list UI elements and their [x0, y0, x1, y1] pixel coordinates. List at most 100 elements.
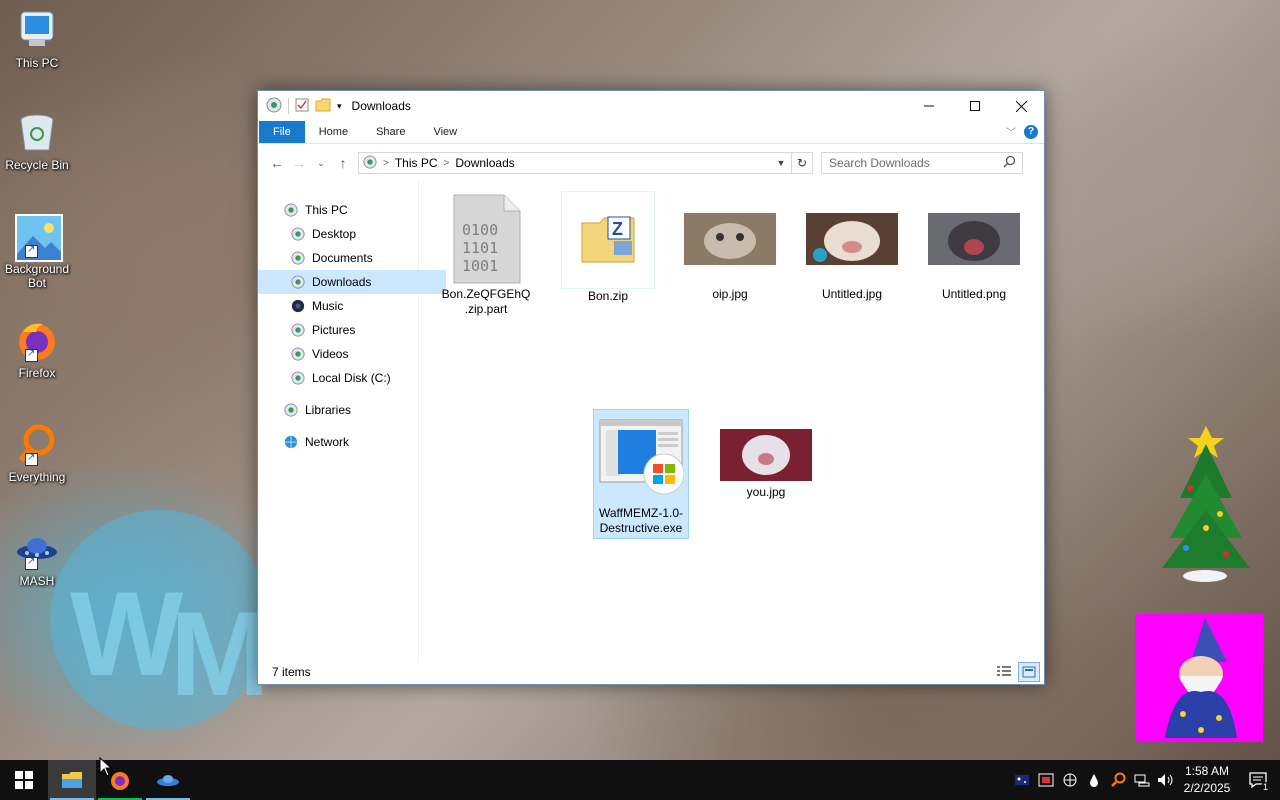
- nav-item-network[interactable]: Network: [258, 430, 418, 454]
- shortcut-arrow-icon: [25, 347, 38, 362]
- file-name: oip.jpg: [712, 287, 748, 301]
- svg-text:Z: Z: [612, 219, 623, 239]
- file-explorer-window: ▾ Downloads File Home Share View ﹀ ? ← →…: [257, 90, 1045, 685]
- desktop-icon-background-bot[interactable]: Background Bot: [2, 214, 72, 290]
- file-item[interactable]: you.jpg: [719, 425, 813, 500]
- desktop-icon-mash[interactable]: MASH: [2, 526, 72, 588]
- breadcrumb-downloads[interactable]: Downloads: [455, 156, 514, 170]
- maximize-button[interactable]: [952, 91, 998, 121]
- nav-item-music[interactable]: Music: [258, 294, 418, 318]
- taskbar-mash[interactable]: [144, 760, 192, 800]
- ribbon-tabs: File Home Share View ﹀ ?: [258, 121, 1044, 144]
- desktop-icon-label: Firefox: [18, 366, 56, 380]
- everything-tray-icon[interactable]: [1106, 760, 1130, 800]
- clock[interactable]: 1:58 AM 2/2/2025: [1178, 763, 1236, 797]
- clock-time: 1:58 AM: [1184, 764, 1230, 778]
- breadcrumb-chevron-icon[interactable]: >: [444, 158, 450, 169]
- start-button[interactable]: [0, 760, 48, 800]
- volume-icon[interactable]: [1154, 760, 1178, 800]
- breadcrumb-chevron-icon[interactable]: >: [383, 158, 389, 169]
- tab-home[interactable]: Home: [305, 121, 362, 143]
- tab-view[interactable]: View: [419, 121, 471, 143]
- pictures-folder-icon: [290, 322, 306, 338]
- drive-icon: [290, 370, 306, 386]
- desktop-icon-label: Recycle Bin: [5, 158, 69, 172]
- nav-item-local-disk[interactable]: Local Disk (C:): [258, 366, 418, 390]
- details-view-button[interactable]: [994, 662, 1014, 680]
- address-dropdown-icon[interactable]: ▼: [771, 153, 791, 173]
- forward-button[interactable]: →: [288, 155, 310, 171]
- nav-item-label: Libraries: [305, 403, 352, 417]
- desktop-icon-recycle-bin[interactable]: Recycle Bin: [2, 110, 72, 172]
- refresh-button[interactable]: ↻: [792, 152, 813, 174]
- language-flag-icon[interactable]: [1010, 760, 1034, 800]
- nav-item-label: This PC: [305, 203, 348, 217]
- network-tray-icon[interactable]: [1058, 760, 1082, 800]
- nav-item-videos[interactable]: Videos: [258, 342, 418, 366]
- file-item[interactable]: 0100 1101 1001 Bon.ZeQFGEhQ.zip.part: [439, 191, 533, 317]
- nav-item-this-pc[interactable]: This PC: [258, 198, 418, 222]
- binary-file-icon: 0100 1101 1001: [439, 191, 533, 287]
- file-name: Bon.ZeQFGEhQ.zip.part: [441, 287, 531, 316]
- search-input[interactable]: [822, 153, 1001, 173]
- address-bar[interactable]: > This PC > Downloads ▼: [358, 152, 792, 174]
- file-name: Untitled.jpg: [821, 287, 883, 301]
- tab-share[interactable]: Share: [362, 121, 419, 143]
- file-item[interactable]: Untitled.jpg: [805, 191, 899, 302]
- file-list: 0100 1101 1001 Bon.ZeQFGEhQ.zip.part Z B…: [419, 181, 1044, 662]
- firefox-icon: [15, 318, 59, 362]
- minimize-button[interactable]: [906, 91, 952, 121]
- network-connection-icon[interactable]: [1130, 760, 1154, 800]
- file-item[interactable]: Z Bon.zip: [561, 191, 655, 304]
- nav-item-label: Network: [305, 435, 350, 449]
- up-button[interactable]: ↑: [332, 155, 354, 171]
- nav-item-desktop[interactable]: Desktop: [258, 222, 418, 246]
- search-icon[interactable]: [1003, 155, 1016, 171]
- desktop-icon-label: MASH: [19, 574, 55, 588]
- desktop-icon-everything[interactable]: Everything: [2, 422, 72, 484]
- file-item[interactable]: oip.jpg: [683, 191, 777, 302]
- clock-date: 2/2/2025: [1183, 781, 1231, 795]
- recent-locations-icon[interactable]: ⌄: [310, 158, 332, 169]
- new-folder-icon[interactable]: [315, 98, 331, 115]
- desktop-icon-firefox[interactable]: Firefox: [2, 318, 72, 380]
- file-item-selected[interactable]: WaffMEMZ-1.0-Destructive.exe: [593, 409, 689, 539]
- tab-file[interactable]: File: [259, 121, 305, 143]
- image-thumbnail: [683, 191, 777, 287]
- binary-text: 0100: [462, 221, 498, 239]
- help-icon[interactable]: ?: [1024, 124, 1038, 139]
- desktop-icon-label: This PC: [15, 56, 59, 70]
- nav-item-documents[interactable]: Documents: [258, 246, 418, 270]
- drop-icon[interactable]: [1082, 760, 1106, 800]
- properties-icon[interactable]: [295, 98, 309, 115]
- customize-dropdown-icon[interactable]: ▾: [337, 101, 342, 112]
- binary-text: 1101: [462, 239, 498, 257]
- image-thumbnail: [719, 425, 813, 485]
- expand-ribbon-icon[interactable]: ﹀: [1006, 124, 1016, 139]
- downloads-folder-icon: [290, 274, 306, 290]
- file-item[interactable]: Untitled.png: [927, 191, 1021, 302]
- nav-item-downloads[interactable]: Downloads: [258, 270, 446, 294]
- breadcrumb-this-pc[interactable]: This PC: [395, 156, 438, 170]
- security-icon[interactable]: [1034, 760, 1058, 800]
- nav-item-pictures[interactable]: Pictures: [258, 318, 418, 342]
- desktop-icon-this-pc[interactable]: This PC: [2, 8, 72, 70]
- zip-archive-icon: Z: [561, 191, 655, 289]
- search-box[interactable]: [821, 152, 1023, 174]
- music-folder-icon: [290, 298, 306, 314]
- action-center-button[interactable]: 1: [1236, 760, 1280, 800]
- windows-logo-icon: [15, 771, 33, 789]
- large-icons-view-button[interactable]: [1018, 662, 1040, 682]
- notification-count-badge: 1: [1260, 782, 1270, 792]
- search-magnifier-icon: [15, 422, 59, 466]
- close-button[interactable]: [998, 91, 1044, 121]
- status-bar: 7 items: [258, 660, 1044, 684]
- back-button[interactable]: ←: [266, 155, 288, 171]
- taskbar-file-explorer[interactable]: [48, 760, 96, 800]
- system-tray: 1:58 AM 2/2/2025 1: [1010, 760, 1280, 800]
- title-bar[interactable]: ▾ Downloads: [258, 91, 1044, 121]
- nav-item-libraries[interactable]: Libraries: [258, 398, 418, 422]
- desktop-icon-label: Everything: [8, 470, 66, 484]
- quick-access-toolbar: ▾: [258, 97, 342, 116]
- item-count: 7 items: [272, 665, 311, 679]
